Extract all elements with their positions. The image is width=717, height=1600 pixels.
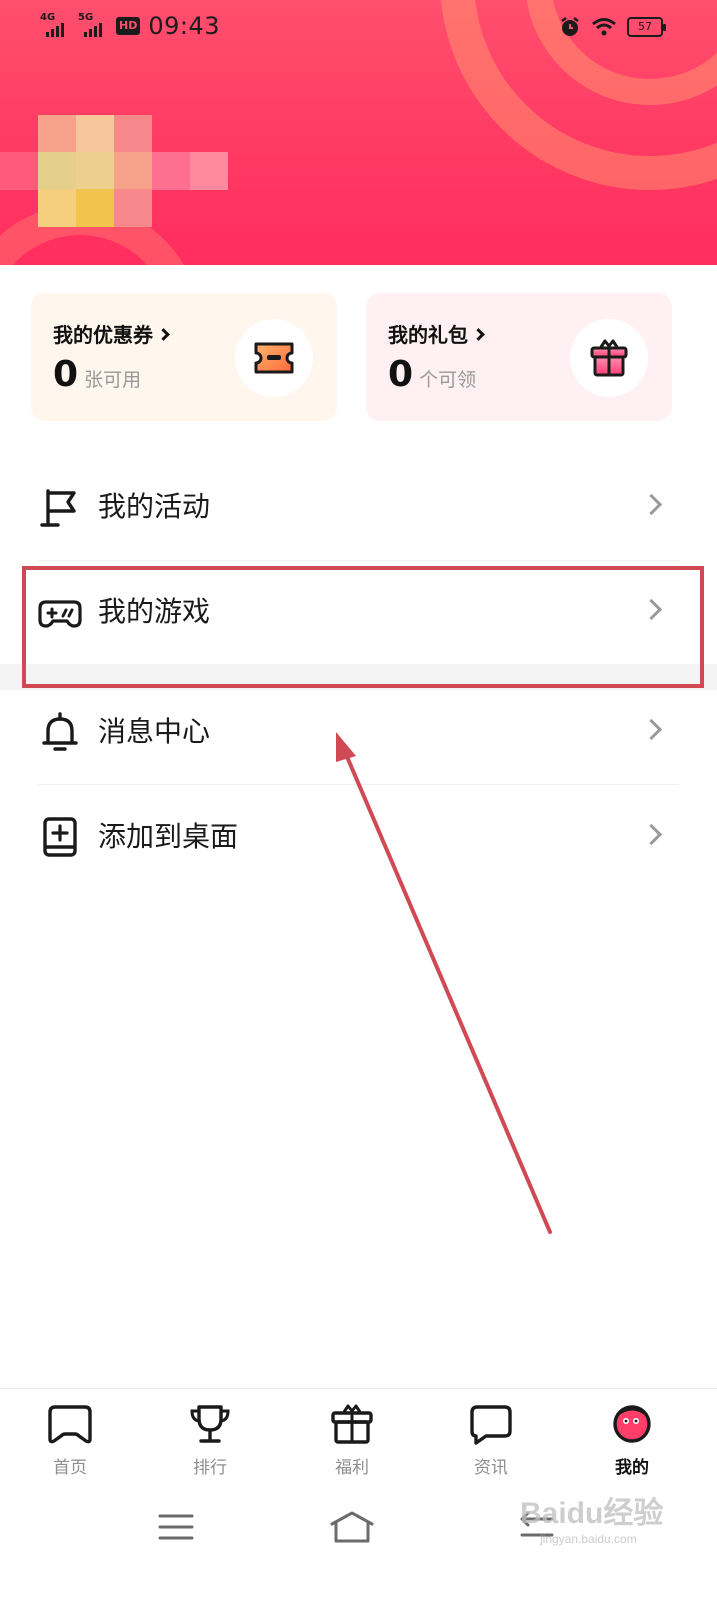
gift-card[interactable]: 我的礼包 0 个可领	[366, 293, 672, 421]
gift-count: 0 个可领	[388, 355, 476, 395]
gift-title: 我的礼包	[388, 319, 485, 348]
tab-label: 排行	[193, 1458, 227, 1478]
battery-icon: 57	[627, 17, 666, 37]
tab-rank[interactable]: 排行	[160, 1403, 260, 1478]
tab-label: 首页	[53, 1458, 87, 1478]
home-icon[interactable]	[328, 1510, 376, 1544]
gift-box-icon	[570, 319, 648, 397]
annotation-highlight-box	[22, 566, 704, 688]
coupon-count-number: 0	[53, 354, 79, 395]
network-label: 5G	[78, 12, 94, 23]
chevron-right-icon	[640, 718, 663, 741]
tab-label: 资讯	[474, 1458, 508, 1478]
ticket-icon	[235, 319, 313, 397]
trophy-icon	[190, 1405, 230, 1443]
gift-count-number: 0	[388, 354, 414, 395]
bell-icon	[42, 712, 78, 751]
profile-header: 4G 5G HD 09:43 57	[0, 0, 717, 265]
avatar[interactable]	[0, 110, 240, 230]
chevron-right-icon	[472, 328, 485, 341]
tab-label: 我的	[615, 1458, 649, 1478]
gift-count-unit: 个可领	[419, 369, 477, 391]
menu-label: 消息中心	[98, 715, 211, 748]
status-bar: 4G 5G HD 09:43 57	[0, 0, 717, 56]
battery-level: 57	[638, 20, 652, 33]
alarm-icon	[561, 17, 579, 36]
bottom-tab-bar: 首页 排行 福利 资讯 我的	[0, 1388, 717, 1500]
menu-item-add-to-desktop[interactable]: 添加到桌面	[0, 785, 717, 889]
signal-5g-icon: 5G	[78, 13, 108, 39]
menu-icon[interactable]	[158, 1512, 194, 1542]
tab-home[interactable]: 首页	[20, 1403, 120, 1478]
hd-voice-icon: HD	[116, 17, 141, 35]
tab-mine[interactable]: 我的	[582, 1403, 682, 1478]
menu-item-message-center[interactable]: 消息中心	[0, 680, 717, 784]
menu-label: 我的活动	[98, 490, 211, 523]
mascot-face-icon	[613, 1405, 651, 1443]
coupon-title: 我的优惠券	[53, 319, 170, 348]
wifi-icon	[592, 18, 616, 36]
coupon-card[interactable]: 我的优惠券 0 张可用	[31, 293, 337, 421]
chat-bubble-icon	[470, 1405, 512, 1445]
chevron-right-icon	[640, 493, 663, 516]
coupon-title-text: 我的优惠券	[53, 323, 153, 347]
add-to-desktop-icon	[43, 817, 77, 857]
menu-item-my-activities[interactable]: 我的活动	[0, 455, 717, 559]
gift-icon	[331, 1404, 373, 1444]
coupon-count: 0 张可用	[53, 355, 141, 395]
signal-4g-icon: 4G	[40, 13, 70, 39]
tab-welfare[interactable]: 福利	[302, 1403, 402, 1478]
home-controller-icon	[48, 1405, 92, 1444]
status-time: 09:43	[148, 12, 221, 40]
network-label: 4G	[40, 12, 56, 23]
chevron-right-icon	[157, 328, 170, 341]
tab-label: 福利	[335, 1458, 369, 1478]
watermark-url: jingyan.baidu.com	[540, 1532, 637, 1546]
tab-news[interactable]: 资讯	[441, 1403, 541, 1478]
flag-icon	[40, 489, 76, 527]
watermark-logo: Baidu经验	[520, 1497, 664, 1530]
menu-label: 添加到桌面	[98, 820, 239, 853]
chevron-right-icon	[640, 823, 663, 846]
coupon-count-unit: 张可用	[84, 369, 142, 391]
gift-title-text: 我的礼包	[388, 323, 468, 347]
